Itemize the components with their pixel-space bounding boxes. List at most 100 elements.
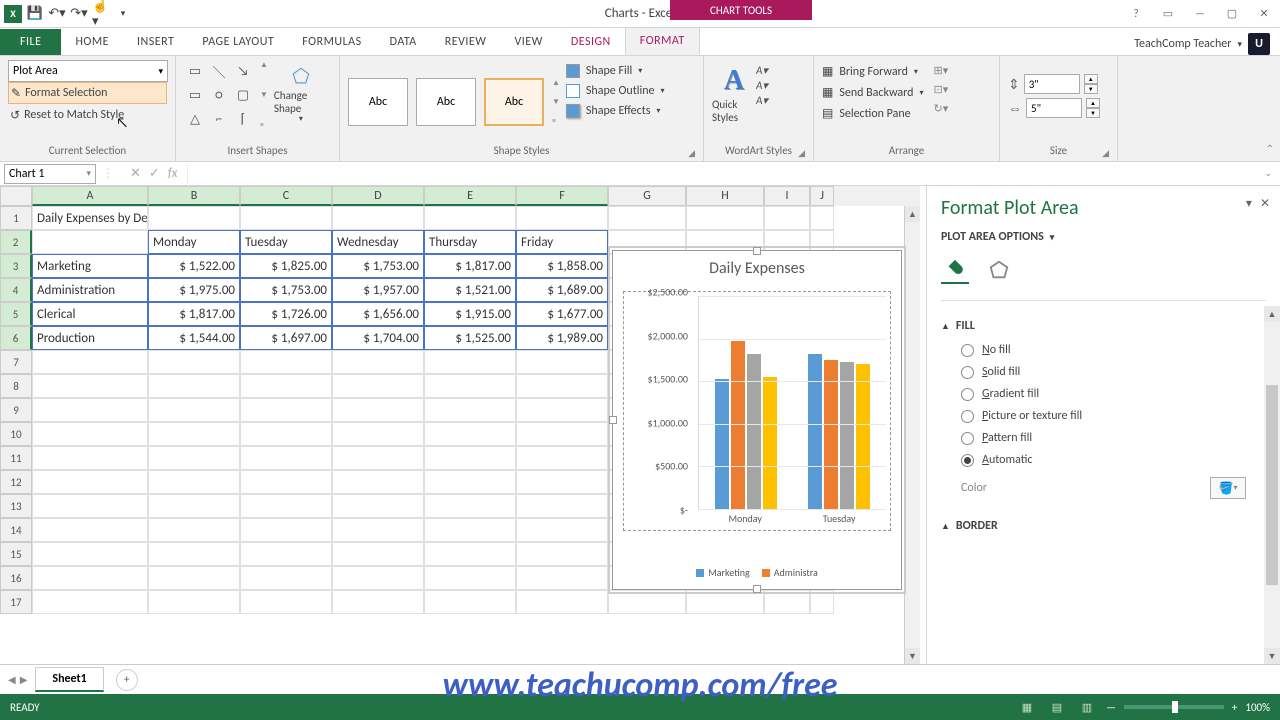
cell[interactable] <box>516 422 608 446</box>
zoom-out-icon[interactable]: — <box>1106 701 1116 714</box>
cell[interactable] <box>516 590 608 614</box>
cell[interactable] <box>32 374 148 398</box>
textbox-shape-icon[interactable]: ▭ <box>184 60 206 82</box>
row-header[interactable]: 15 <box>0 542 32 566</box>
cell[interactable]: $ 1,677.00 <box>516 302 608 326</box>
cell[interactable] <box>148 590 240 614</box>
column-header[interactable]: F <box>516 186 608 206</box>
row-header[interactable]: 9 <box>0 398 32 422</box>
expand-formula-icon[interactable]: ⌄ <box>1256 168 1280 179</box>
cell[interactable] <box>332 446 424 470</box>
chart-title[interactable]: Daily Expenses <box>613 251 901 286</box>
cell[interactable] <box>332 350 424 374</box>
resize-handle[interactable] <box>753 585 761 593</box>
fill-option-radio[interactable]: Automatic <box>961 453 1266 467</box>
cell[interactable] <box>516 398 608 422</box>
cell[interactable] <box>332 494 424 518</box>
cell[interactable] <box>686 590 764 614</box>
cell[interactable] <box>332 566 424 590</box>
border-section-header[interactable]: ▲BORDER <box>941 515 1266 537</box>
tab-data[interactable]: DATA <box>376 29 431 55</box>
cell[interactable] <box>32 350 148 374</box>
help-icon[interactable]: ? <box>1124 4 1148 24</box>
cell[interactable]: $ 1,704.00 <box>332 326 424 350</box>
cell[interactable] <box>32 422 148 446</box>
cell[interactable] <box>332 374 424 398</box>
column-header[interactable]: A <box>32 186 148 206</box>
bring-forward-button[interactable]: ▦Bring Forward▾ <box>822 64 924 79</box>
cell[interactable]: $ 1,521.00 <box>424 278 516 302</box>
scroll-down-icon[interactable]: ▼ <box>1264 648 1280 664</box>
cell[interactable] <box>516 518 608 542</box>
width-input[interactable]: 5" <box>1026 98 1082 118</box>
fx-icon[interactable]: fx <box>168 166 178 181</box>
row-header[interactable]: 16 <box>0 566 32 590</box>
cell[interactable] <box>240 350 332 374</box>
cell[interactable] <box>332 470 424 494</box>
launcher-icon[interactable]: ◢ <box>798 148 805 159</box>
pane-subtitle[interactable]: PLOT AREA OPTIONS▾ <box>941 230 1266 244</box>
cell[interactable]: $ 1,689.00 <box>516 278 608 302</box>
cell[interactable] <box>424 374 516 398</box>
cell[interactable] <box>32 542 148 566</box>
collapse-ribbon-icon[interactable]: ⌃ <box>1266 142 1274 155</box>
cell[interactable] <box>32 230 148 254</box>
text-outline-icon[interactable]: A▾ <box>756 79 768 92</box>
column-header[interactable]: D <box>332 186 424 206</box>
cell[interactable]: $ 1,825.00 <box>240 254 332 278</box>
column-header[interactable]: E <box>424 186 516 206</box>
cell[interactable]: Administration <box>32 278 148 302</box>
zoom-in-icon[interactable]: + <box>1232 701 1237 714</box>
cell[interactable] <box>148 542 240 566</box>
cell[interactable] <box>148 470 240 494</box>
fill-option-radio[interactable]: Solid fill <box>961 365 1266 379</box>
name-box[interactable]: Chart 1▾ <box>4 164 96 184</box>
cell[interactable]: $ 1,697.00 <box>240 326 332 350</box>
group-icon[interactable]: ⊡▾ <box>934 83 949 96</box>
scroll-down-icon[interactable]: ▼ <box>905 648 920 664</box>
style-preset-2[interactable]: Abc <box>416 78 476 126</box>
column-header[interactable]: G <box>608 186 686 206</box>
pane-options-icon[interactable]: ▾ <box>1246 196 1252 211</box>
cell[interactable] <box>424 494 516 518</box>
cell[interactable] <box>148 446 240 470</box>
row-header[interactable]: 2 <box>0 230 32 254</box>
cell[interactable] <box>240 470 332 494</box>
line-arrow-icon[interactable]: ↘ <box>232 60 254 82</box>
tab-formulas[interactable]: FORMULAS <box>288 29 375 55</box>
elbow-shape-icon[interactable]: ⌐ <box>208 108 230 130</box>
cell[interactable] <box>424 470 516 494</box>
text-fill-icon[interactable]: A▾ <box>756 64 768 77</box>
cell[interactable] <box>148 422 240 446</box>
height-input[interactable]: 3" <box>1024 74 1080 94</box>
cell[interactable] <box>32 398 148 422</box>
change-shape-button[interactable]: ⬠ Change Shape ▾ <box>274 60 328 130</box>
cell[interactable] <box>516 446 608 470</box>
scroll-up-icon[interactable]: ▲ <box>905 206 920 222</box>
fill-section-header[interactable]: ▲FILL <box>941 315 1266 337</box>
cell[interactable] <box>424 350 516 374</box>
row-header[interactable]: 5 <box>0 302 32 326</box>
cell[interactable] <box>32 446 148 470</box>
rect-shape-icon[interactable]: ▭ <box>184 84 206 106</box>
normal-view-icon[interactable]: ▦ <box>1016 698 1038 716</box>
rotate-icon[interactable]: ↻▾ <box>934 102 949 115</box>
zoom-slider[interactable] <box>1124 705 1224 709</box>
touch-mode-icon[interactable]: ☝▾ <box>92 5 110 23</box>
row-header[interactable]: 14 <box>0 518 32 542</box>
cell[interactable] <box>240 398 332 422</box>
align-icon[interactable]: ⊞▾ <box>934 64 949 77</box>
cell[interactable] <box>424 542 516 566</box>
cell[interactable] <box>332 542 424 566</box>
launcher-icon[interactable]: ◢ <box>688 148 695 159</box>
cell[interactable] <box>686 206 764 230</box>
cell[interactable]: $ 1,817.00 <box>424 254 516 278</box>
style-preset-1[interactable]: Abc <box>348 78 408 126</box>
bar[interactable] <box>856 364 870 509</box>
cell[interactable]: Monday <box>148 230 240 254</box>
cell[interactable] <box>608 206 686 230</box>
gallery-more-icon[interactable]: ≡ <box>552 116 560 126</box>
cell[interactable]: $ 1,858.00 <box>516 254 608 278</box>
column-header[interactable]: C <box>240 186 332 206</box>
shape-style-gallery[interactable]: Abc Abc Abc ▲ ▼ ≡ <box>348 60 560 126</box>
